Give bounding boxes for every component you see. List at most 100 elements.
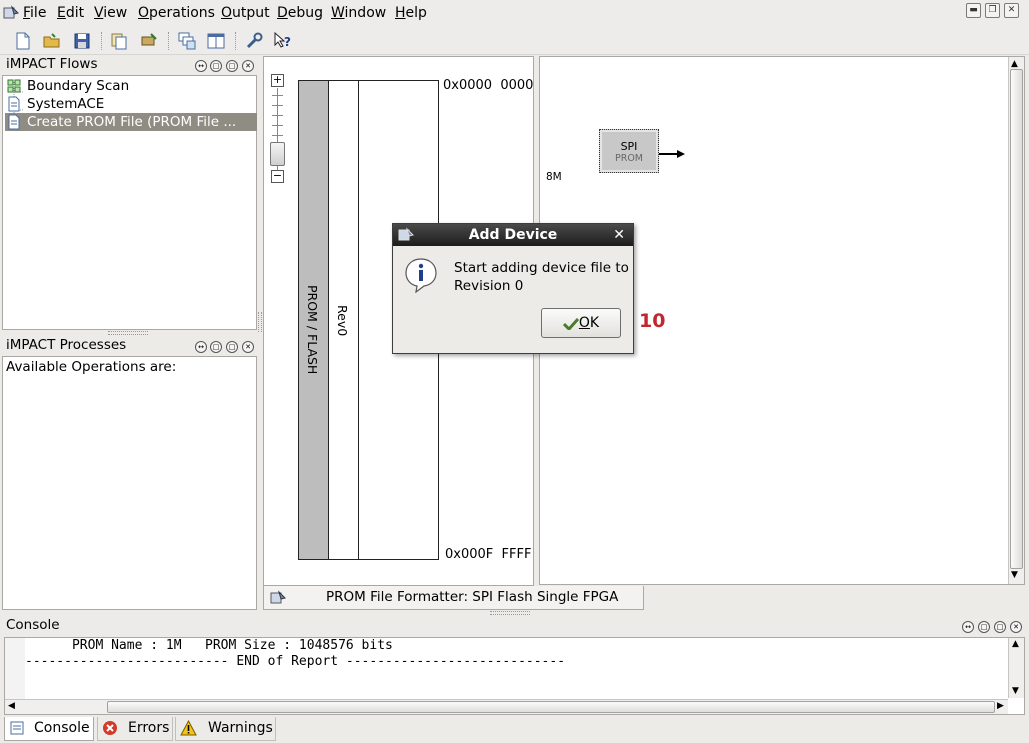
- start-address-label: 0x0000 0000: [443, 78, 534, 93]
- chain-output-arrow-icon: [659, 150, 685, 158]
- processes-list: Available Operations are:: [2, 356, 257, 610]
- scroll-right-icon[interactable]: ▶: [997, 701, 1004, 711]
- menu-edit[interactable]: Edit: [57, 5, 84, 21]
- toolbar: ?: [0, 27, 1029, 55]
- flow-item-systemace[interactable]: SystemACE: [8, 95, 104, 113]
- menu-help[interactable]: Help: [395, 5, 427, 21]
- copy-icon[interactable]: [109, 31, 129, 51]
- scrollbar-thumb[interactable]: [1010, 69, 1023, 569]
- revision-label: Rev0: [335, 305, 350, 337]
- panel-maximize-icon[interactable]: □: [978, 621, 990, 633]
- step-marker: 10: [639, 310, 666, 332]
- flow-item-create-prom-file[interactable]: Create PROM File (PROM File ...: [5, 113, 257, 131]
- panel-float-icon[interactable]: ↔: [195, 341, 207, 353]
- panel-maximize-icon[interactable]: □: [210, 60, 222, 72]
- scroll-down-icon[interactable]: ▼: [1012, 686, 1019, 696]
- prom-flash-device-bar[interactable]: PROM / FLASH: [298, 80, 329, 560]
- vertical-splitter-handle[interactable]: [258, 312, 262, 332]
- console-output[interactable]: PROM Name : 1M PROM Size : 1048576 bits …: [4, 637, 1025, 715]
- spi-prom-chip[interactable]: SPI PROM: [599, 129, 659, 173]
- splitter-handle[interactable]: [490, 611, 530, 615]
- tab-warnings[interactable]: Warnings: [175, 717, 276, 741]
- processes-text: Available Operations are:: [6, 359, 177, 375]
- panel-restore-icon[interactable]: □: [226, 60, 238, 72]
- restore-icon[interactable]: ❐: [985, 3, 1000, 18]
- chip-subtitle: PROM: [614, 153, 643, 164]
- chain-scrollbar[interactable]: ▲ ▼: [1008, 57, 1024, 584]
- dialog-close-icon[interactable]: ✕: [613, 224, 625, 246]
- boundary-scan-icon: [7, 79, 21, 93]
- hscrollbar-thumb[interactable]: [107, 701, 995, 713]
- menu-operations[interactable]: Operations: [138, 5, 215, 21]
- dialog-titlebar[interactable]: Add Device ✕: [393, 224, 633, 246]
- impact-dialog-icon: [398, 227, 414, 241]
- open-folder-icon[interactable]: [42, 31, 62, 51]
- panel-restore-icon[interactable]: □: [226, 341, 238, 353]
- panel-close-icon[interactable]: ✕: [242, 341, 254, 353]
- device-label: PROM / FLASH: [305, 285, 320, 375]
- console-icon: [10, 721, 24, 735]
- zoom-out-button[interactable]: −: [271, 170, 284, 183]
- new-file-icon[interactable]: [13, 31, 33, 51]
- checkmark-icon: [563, 317, 579, 330]
- panel-float-icon[interactable]: ↔: [962, 621, 974, 633]
- menu-view[interactable]: View: [94, 5, 127, 21]
- console-line: -------------------------- END of Report…: [25, 654, 566, 669]
- panel-close-icon[interactable]: ✕: [242, 60, 254, 72]
- formatter-tab[interactable]: PROM File Formatter: SPI Flash Single FP…: [263, 586, 644, 610]
- menu-window[interactable]: Window: [331, 5, 386, 21]
- flow-item-boundary-scan[interactable]: Boundary Scan: [7, 77, 129, 95]
- document-icon: [8, 114, 20, 130]
- splitter-handle[interactable]: [108, 331, 148, 335]
- panel-close-icon[interactable]: ✕: [1010, 621, 1022, 633]
- menu-debug[interactable]: Debug: [277, 5, 323, 21]
- tile-windows-icon[interactable]: [206, 31, 226, 51]
- settings-wrench-icon[interactable]: [244, 31, 264, 51]
- context-help-icon[interactable]: ?: [273, 31, 293, 51]
- scroll-up-icon[interactable]: ▲: [1011, 59, 1018, 69]
- toolbar-separator: [168, 32, 170, 50]
- end-address-label: 0x000F FFFF: [445, 547, 532, 562]
- console-gutter: [5, 638, 25, 699]
- warning-icon: [180, 720, 197, 736]
- size-label: 8M: [546, 171, 562, 183]
- svg-text:?: ?: [284, 35, 291, 49]
- console-hscrollbar[interactable]: ◀ ▶: [5, 699, 1008, 714]
- close-icon[interactable]: ✕: [1004, 3, 1019, 18]
- program-icon[interactable]: [139, 31, 159, 51]
- dialog-message-line2: Revision 0: [454, 278, 524, 294]
- tab-console[interactable]: Console: [4, 717, 94, 741]
- impact-tab-icon: [270, 590, 286, 604]
- document-icon: [8, 96, 20, 112]
- add-device-dialog: Add Device ✕ Start adding device file to…: [392, 223, 634, 354]
- impact-app-icon[interactable]: [3, 5, 19, 21]
- panel-float-icon[interactable]: ↔: [195, 60, 207, 72]
- flows-tree: Boundary Scan SystemACE Create PROM File…: [2, 75, 257, 330]
- console-vscrollbar[interactable]: ▲ ▼: [1008, 638, 1024, 698]
- error-icon: [103, 721, 117, 735]
- minimize-icon[interactable]: ▬: [966, 3, 981, 18]
- scroll-down-icon[interactable]: ▼: [1011, 570, 1018, 580]
- menu-output[interactable]: Output: [221, 5, 270, 21]
- scroll-up-icon[interactable]: ▲: [1012, 639, 1019, 649]
- zoom-tick: [272, 125, 283, 126]
- cascade-windows-icon[interactable]: [177, 31, 197, 51]
- console-line: PROM Name : 1M PROM Size : 1048576 bits: [25, 638, 393, 653]
- save-icon[interactable]: [72, 31, 92, 51]
- scroll-left-icon[interactable]: ◀: [8, 701, 15, 711]
- ok-button[interactable]: OK: [541, 308, 621, 338]
- processes-panel-title: iMPACT Processes: [6, 337, 127, 353]
- flows-panel-title: iMPACT Flows: [6, 56, 98, 72]
- menu-file[interactable]: File: [23, 5, 46, 21]
- zoom-tick: [272, 115, 283, 116]
- revision-bar[interactable]: Rev0: [328, 80, 359, 560]
- formatter-tab-label: PROM File Formatter: SPI Flash Single FP…: [326, 589, 619, 605]
- tab-errors[interactable]: Errors: [97, 717, 173, 741]
- console-title: Console: [6, 617, 60, 633]
- panel-maximize-icon[interactable]: □: [210, 341, 222, 353]
- panel-restore-icon[interactable]: □: [994, 621, 1006, 633]
- info-icon: [405, 258, 437, 293]
- chip-title: SPI: [620, 140, 638, 153]
- zoom-slider-thumb[interactable]: [270, 142, 285, 166]
- zoom-in-button[interactable]: +: [271, 74, 284, 87]
